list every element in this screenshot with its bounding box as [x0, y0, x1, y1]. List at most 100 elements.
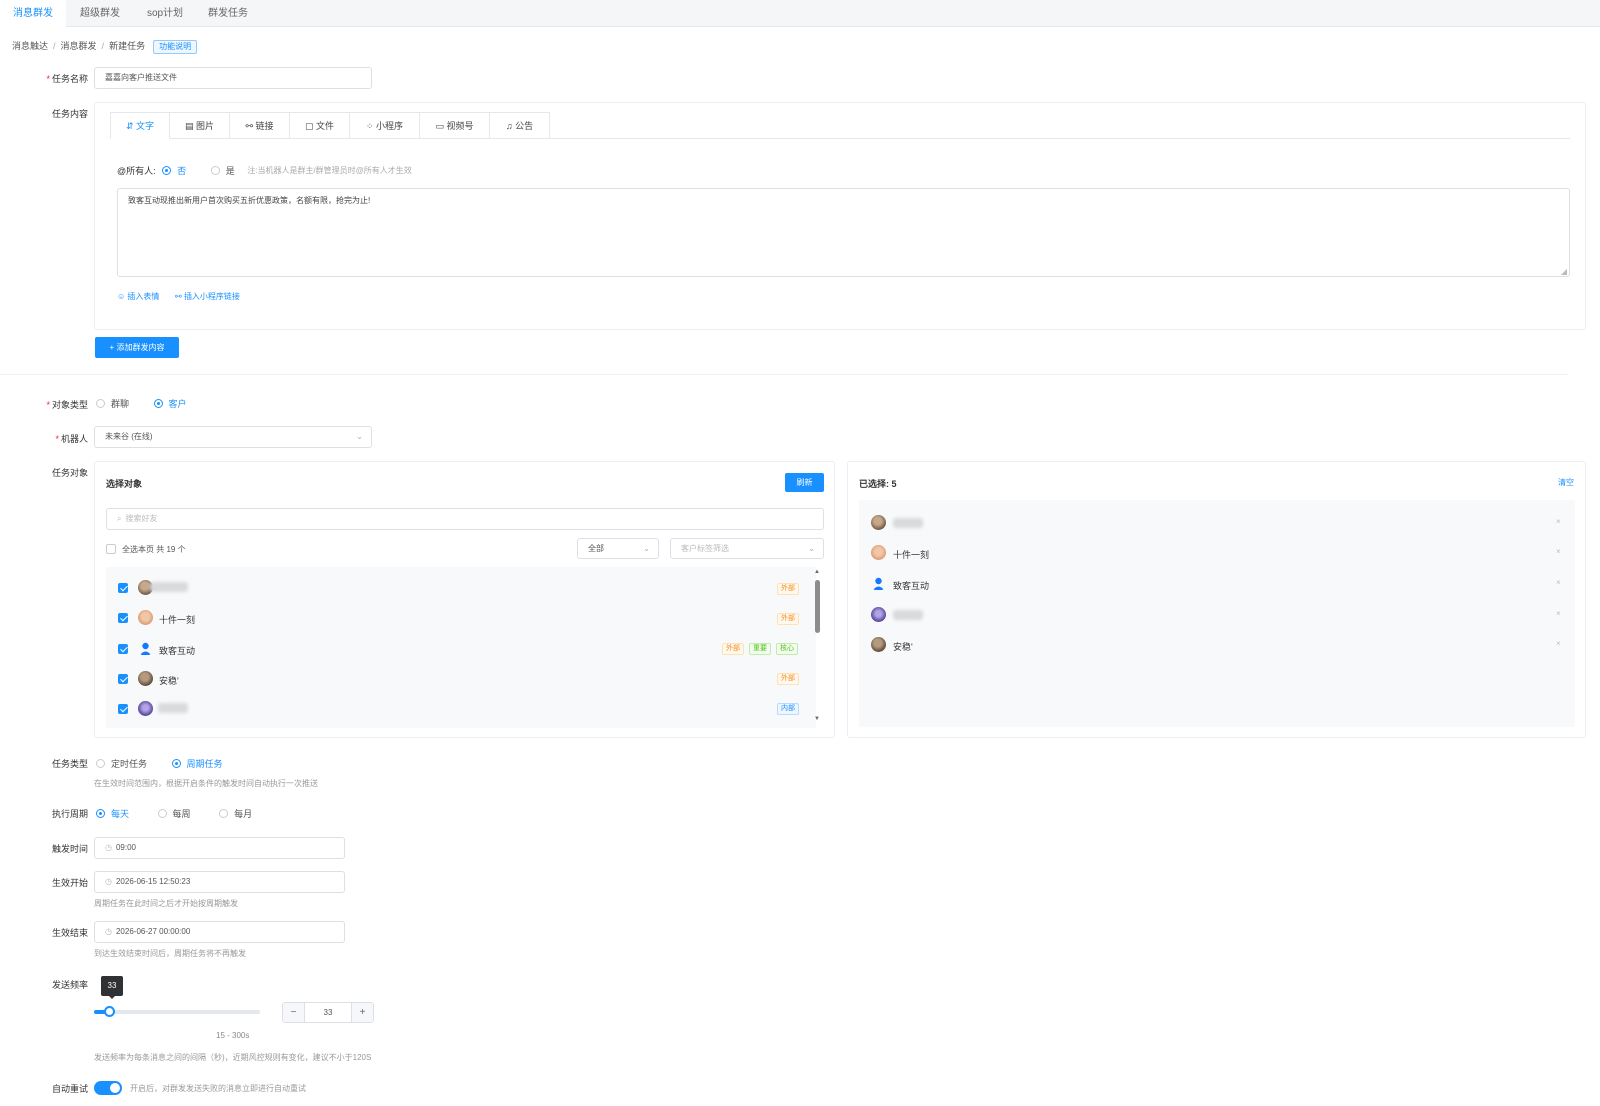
auto-retry-label: 自动重试	[51, 1084, 88, 1094]
content-tab-video[interactable]: ▭ 视频号	[420, 112, 490, 139]
selected-name: 十件一刻	[893, 550, 930, 560]
at-all-yes-label[interactable]: 是	[226, 166, 235, 176]
tabs-underline	[550, 138, 1570, 139]
link-icon: ⚯	[245, 121, 253, 131]
breadcrumb: 消息触达 / 消息群发 / 新建任务 功能说明	[12, 39, 198, 54]
row-checkbox[interactable]	[118, 583, 128, 593]
avatar	[138, 701, 153, 716]
row-checkbox[interactable]	[118, 613, 128, 623]
at-all-no-radio[interactable]	[162, 166, 172, 175]
selected-name: 致客互动	[893, 581, 930, 591]
end-hint: 到达生效结束时间后，周期任务将不再触发	[94, 949, 246, 958]
select-all-checkbox[interactable]	[106, 544, 116, 554]
freq-slider-handle[interactable]	[104, 1006, 115, 1017]
cycle-label: 执行周期	[51, 809, 88, 819]
minus-icon[interactable]: −	[283, 1003, 305, 1022]
refresh-button[interactable]: 刷新	[785, 473, 824, 492]
selected-name: 安稳'	[893, 642, 913, 652]
breadcrumb-item-broadcast[interactable]: 消息群发	[61, 41, 97, 51]
scroll-up-icon[interactable]: ▲	[814, 569, 820, 575]
plus-icon[interactable]: +	[351, 1003, 373, 1022]
insert-emoji-link[interactable]: ☺ 插入表情	[117, 291, 159, 302]
content-tab-image[interactable]: ▤ 图片	[170, 112, 230, 139]
robot-select[interactable]: 未来谷 (在线) ⌄	[94, 426, 372, 448]
emoji-icon: ☺	[117, 292, 126, 301]
breadcrumb-item-new-task: 新建任务	[109, 41, 146, 51]
content-tab-file[interactable]: ▢ 文件	[290, 112, 350, 139]
start-datetime-input[interactable]: ◷ 2026-06-15 12:50:23	[94, 871, 345, 893]
cycle-task-radio[interactable]	[171, 759, 181, 768]
scheduled-task-label[interactable]: 定时任务	[111, 759, 147, 769]
remove-icon[interactable]: ×	[1556, 578, 1561, 587]
top-tab-broadcast-task[interactable]: 群发任务	[196, 0, 260, 27]
chevron-down-icon: ⌄	[643, 544, 650, 553]
cycle-weekly-label[interactable]: 每周	[173, 809, 191, 819]
add-content-button[interactable]: + 添加群发内容	[95, 337, 179, 358]
filter-tag-placeholder: 客户标签筛选	[681, 544, 729, 553]
content-tab-notice[interactable]: ♫ 公告	[490, 112, 550, 139]
top-tab-sop-plan[interactable]: sop计划	[134, 0, 196, 27]
insert-miniprogram-link[interactable]: ⚯ 插入小程序链接	[175, 291, 240, 302]
search-input[interactable]: ⌕ 搜索好友	[106, 508, 824, 530]
target-customer-label[interactable]: 客户	[169, 399, 187, 409]
freq-slider-track[interactable]	[94, 1010, 260, 1014]
cycle-daily-radio[interactable]	[96, 809, 105, 818]
task-name-input[interactable]: 嘉嘉向客户推送文件	[94, 67, 372, 89]
blurred-name	[893, 518, 923, 528]
target-group-radio[interactable]	[96, 399, 105, 408]
task-target-label: 任务对象	[51, 468, 88, 478]
user-icon	[871, 576, 886, 591]
cycle-monthly-label[interactable]: 每月	[234, 809, 252, 819]
filter-all-select[interactable]: 全部 ⌄	[577, 538, 659, 559]
contact-name: 致客互动	[159, 646, 196, 656]
at-all-no-label[interactable]: 否	[177, 166, 186, 176]
scheduled-task-radio[interactable]	[96, 759, 105, 768]
row-checkbox[interactable]	[118, 674, 128, 684]
avatar	[138, 610, 153, 625]
help-tag[interactable]: 功能说明	[153, 39, 198, 54]
tag-external: 外部	[777, 583, 799, 595]
freq-hint: 发送频率为每条消息之间的间隔（秒)，近期风控规则有变化，建议不小于120S	[94, 1053, 372, 1062]
remove-icon[interactable]: ×	[1556, 639, 1561, 648]
at-all-yes-radio[interactable]	[210, 166, 220, 175]
auto-retry-toggle[interactable]	[94, 1081, 122, 1095]
filter-tag-select[interactable]: 客户标签筛选 ⌄	[670, 538, 824, 559]
breadcrumb-item-reach[interactable]: 消息触达	[12, 41, 48, 51]
remove-icon[interactable]: ×	[1556, 547, 1561, 556]
content-tab-miniprogram[interactable]: ⁘ 小程序	[350, 112, 420, 139]
avatar	[871, 607, 886, 622]
row-checkbox[interactable]	[118, 704, 128, 714]
message-text: 致客互动现推出新用户首次购买五折优惠政策，名额有限，抢完为止!	[128, 196, 371, 205]
cycle-weekly-radio[interactable]	[157, 809, 167, 818]
scrollbar-thumb[interactable]	[815, 580, 820, 633]
cycle-daily-label[interactable]: 每天	[111, 809, 129, 819]
tag-important: 重要	[749, 643, 771, 655]
avatar	[871, 515, 886, 530]
remove-icon[interactable]: ×	[1556, 517, 1561, 526]
resize-handle-icon[interactable]: ◢	[1561, 267, 1567, 276]
row-checkbox[interactable]	[118, 644, 128, 654]
freq-stepper-value[interactable]: 33	[305, 1003, 351, 1022]
clear-link[interactable]: 清空	[1558, 477, 1574, 488]
top-tab-message-broadcast[interactable]: 消息群发	[0, 0, 66, 27]
video-icon: ▭	[435, 121, 444, 131]
cycle-task-label[interactable]: 周期任务	[187, 759, 223, 769]
message-textarea[interactable]: 致客互动现推出新用户首次购买五折优惠政策，名额有限，抢完为止! ◢	[117, 188, 1570, 277]
slider-tooltip: 33	[101, 976, 123, 996]
trigger-time-input[interactable]: ◷ 09:00	[94, 837, 345, 859]
target-type-radios: 群聊 客户	[96, 397, 209, 410]
select-all-label[interactable]: 全选本页 共 19 个	[122, 544, 186, 555]
top-tab-super-broadcast[interactable]: 超级群发	[66, 0, 134, 27]
file-icon: ▢	[304, 121, 314, 131]
remove-icon[interactable]: ×	[1556, 609, 1561, 618]
content-tab-text[interactable]: ⇵ 文字	[110, 112, 170, 139]
task-content-label: 任务内容	[51, 109, 88, 119]
end-datetime-input[interactable]: ◷ 2026-06-27 00:00:00	[94, 921, 345, 943]
target-group-label[interactable]: 群聊	[111, 399, 129, 409]
trigger-time-label: 触发时间	[51, 844, 88, 854]
cycle-monthly-radio[interactable]	[219, 809, 229, 818]
avatar	[871, 545, 886, 560]
scroll-down-icon[interactable]: ▼	[814, 716, 820, 722]
content-tab-link[interactable]: ⚯ 链接	[230, 112, 290, 139]
target-customer-radio[interactable]	[153, 399, 163, 408]
